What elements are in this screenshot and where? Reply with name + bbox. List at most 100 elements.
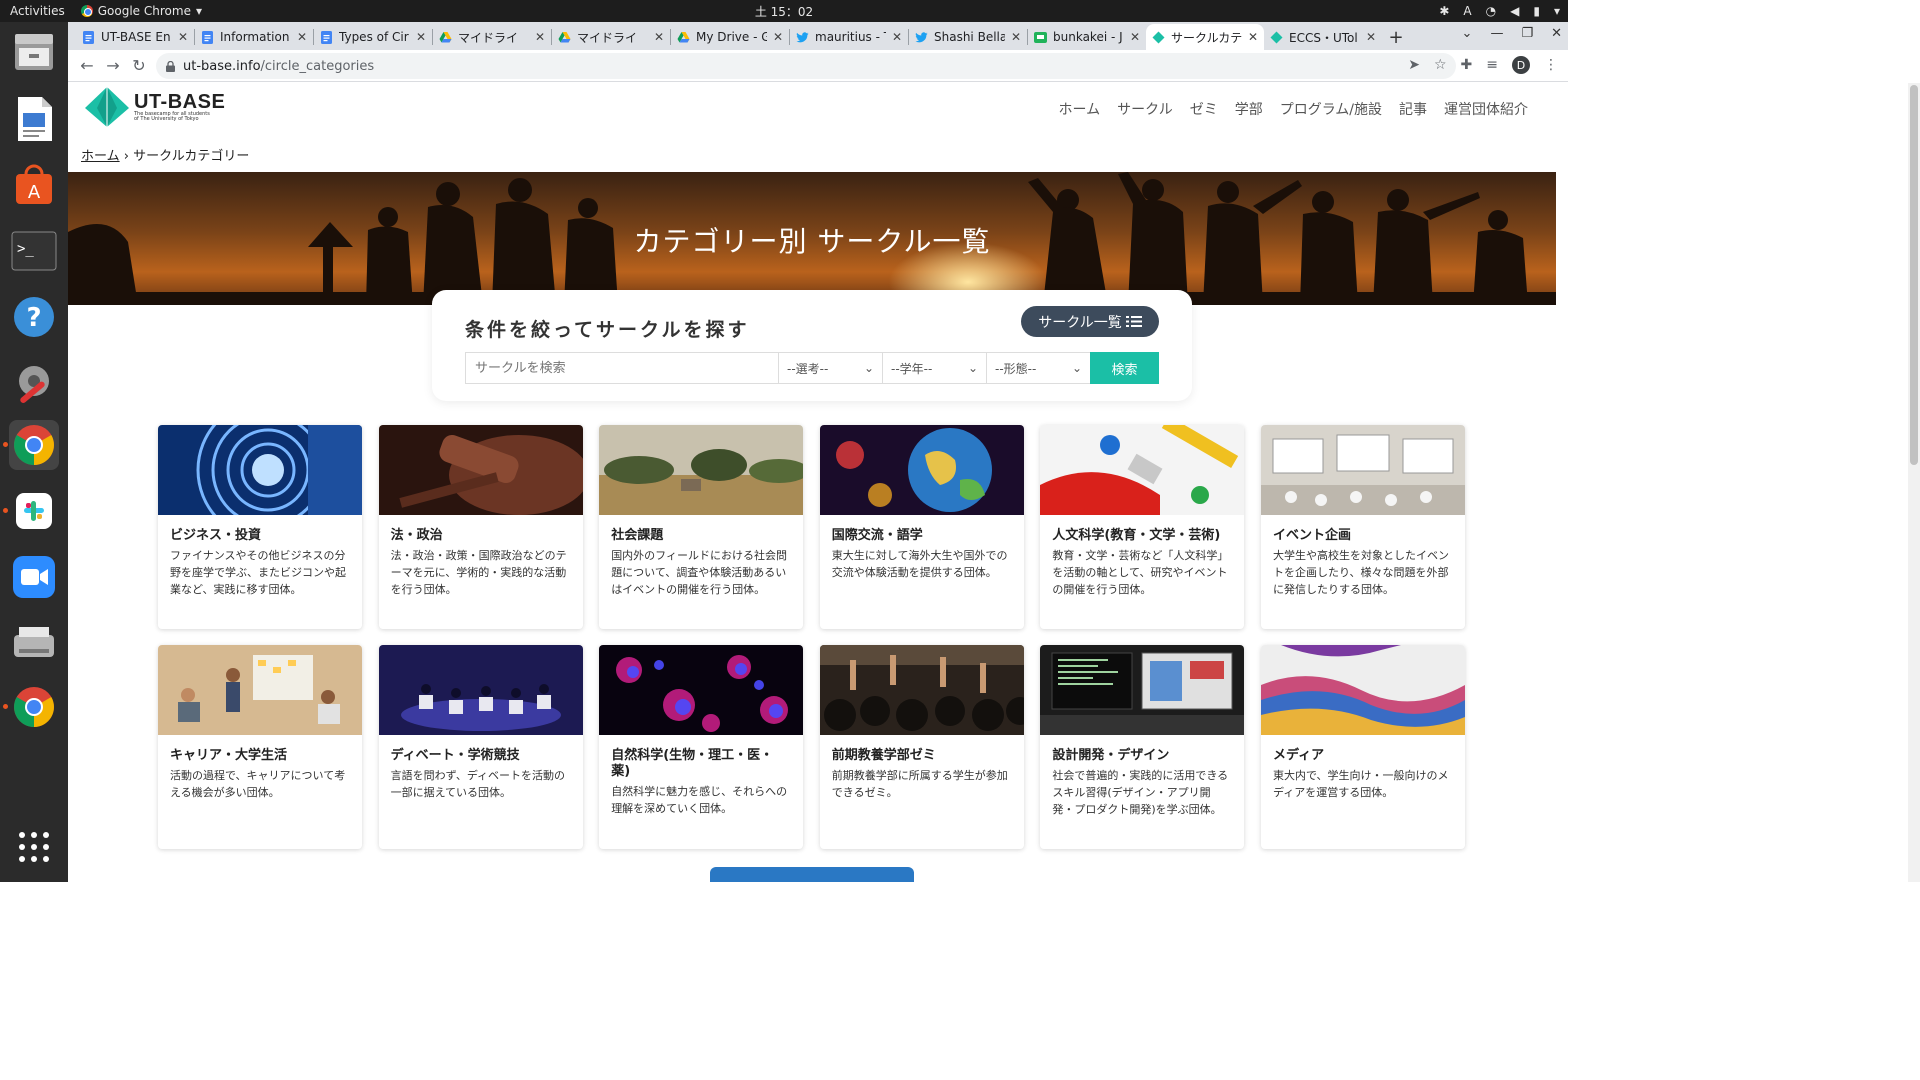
close-tab-icon[interactable]: ✕ bbox=[1248, 30, 1258, 44]
nav-link[interactable]: プログラム/施設 bbox=[1280, 99, 1382, 119]
browser-tab[interactable]: bunkakei - J ✕ bbox=[1028, 24, 1146, 50]
close-tab-icon[interactable]: ✕ bbox=[178, 30, 188, 44]
category-card[interactable]: イベント企画 大学生や高校生を対象としたイベントを企画したり、様々な問題を外部に発… bbox=[1261, 425, 1465, 629]
close-tab-icon[interactable]: ✕ bbox=[1011, 30, 1021, 44]
media-queue-icon[interactable]: ≡ bbox=[1486, 57, 1498, 73]
category-card[interactable]: 国際交流・語学 東大生に対して海外大生や国外での交流や体験活動を提供する団体。 bbox=[819, 425, 1024, 629]
category-card[interactable]: キャリア・大学生活 活動の過程で、キャリアについて考える機会が多い団体。 bbox=[158, 645, 362, 849]
category-card[interactable]: メディア 東大内で、学生向け・一般向けのメディアを運営する団体。 bbox=[1261, 645, 1465, 849]
settings-launcher[interactable] bbox=[9, 356, 59, 406]
close-tab-icon[interactable]: ✕ bbox=[297, 30, 307, 44]
search-panel: 条件を絞ってサークルを探す サークル一覧 --選考-- ⌄ --学年-- ⌄ --形… bbox=[432, 290, 1192, 401]
browser-tab[interactable]: ECCS・UTol ✕ bbox=[1264, 24, 1382, 50]
scrollbar-thumb[interactable] bbox=[1910, 85, 1918, 465]
extensions-icon[interactable]: ✚ bbox=[1461, 57, 1473, 73]
nav-link[interactable]: ホーム bbox=[1059, 99, 1101, 119]
app-menu[interactable]: Google Chrome ▾ bbox=[80, 4, 202, 18]
input-method[interactable]: A bbox=[1463, 4, 1471, 18]
category-title: 国際交流・語学 bbox=[831, 528, 923, 543]
back-icon[interactable]: ← bbox=[74, 56, 100, 75]
nav-link[interactable]: 記事 bbox=[1399, 99, 1427, 119]
close-tab-icon[interactable]: ✕ bbox=[773, 30, 783, 44]
format-filter-select[interactable]: --形態-- ⌄ bbox=[986, 352, 1090, 384]
page-scrollbar[interactable] bbox=[1908, 83, 1920, 882]
browser-tab[interactable]: mauritius - T ✕ bbox=[790, 24, 908, 50]
docs-icon bbox=[320, 30, 333, 44]
browser-tab[interactable]: マイドライ ✕ bbox=[433, 24, 551, 50]
show-apps-button[interactable] bbox=[9, 822, 59, 872]
tab-search-icon[interactable]: ⌄ bbox=[1462, 26, 1473, 41]
zoom-launcher[interactable] bbox=[9, 552, 59, 602]
nav-link[interactable]: サークル bbox=[1117, 99, 1173, 119]
chrome-launcher[interactable] bbox=[3, 420, 59, 470]
browser-tab[interactable]: Types of Cir ✕ bbox=[314, 24, 432, 50]
slack-tray-icon[interactable]: ✱ bbox=[1439, 4, 1449, 18]
category-card[interactable]: 前期教養学部ゼミ 前期教養学部に所属する学生が参加できるゼミ。 bbox=[819, 645, 1024, 849]
tab-label: bunkakei - J bbox=[1053, 30, 1123, 44]
next-section-banner[interactable] bbox=[710, 867, 914, 882]
category-card[interactable]: 社会課題 国内外のフィールドにおける社会問題について、調査や体験活動あるいはイベン… bbox=[599, 425, 804, 629]
files-launcher[interactable] bbox=[9, 28, 59, 78]
software-launcher[interactable]: A bbox=[9, 160, 59, 210]
app-name: Google Chrome bbox=[97, 4, 191, 18]
drive-icon bbox=[677, 31, 690, 44]
help-launcher[interactable]: ? bbox=[9, 292, 59, 342]
browser-tab[interactable]: Information ✕ bbox=[195, 24, 313, 50]
terminal-launcher[interactable]: >_ bbox=[9, 226, 59, 276]
writer-launcher[interactable] bbox=[9, 94, 59, 144]
more-menu-icon[interactable]: ⋮ bbox=[1544, 57, 1558, 73]
category-card[interactable]: 設計開発・デザイン 社会で普遍的・実践的に活用できるスキル習得(デザイン・アプリ開… bbox=[1040, 645, 1245, 849]
slack-launcher[interactable] bbox=[3, 486, 59, 536]
close-tab-icon[interactable]: ✕ bbox=[535, 30, 545, 44]
category-card[interactable]: ビジネス・投資 ファイナンスやその他ビジネスの分野を座学で学ぶ、またビジコンや起業… bbox=[158, 425, 362, 629]
new-tab-button[interactable]: + bbox=[1382, 24, 1410, 50]
terminal-icon: >_ bbox=[11, 231, 57, 271]
browser-tab[interactable]: サークルカテ ✕ bbox=[1146, 24, 1264, 50]
site-logo[interactable]: UT-BASE The basecamp for all students of… bbox=[84, 86, 225, 128]
category-card[interactable]: 法・政治 法・政治・政策・国際政治などのテーマを元に、学術的・実践的な活動を行う団… bbox=[378, 425, 583, 629]
printer-launcher[interactable] bbox=[9, 618, 59, 668]
bookmark-star-icon[interactable]: ☆ bbox=[1434, 57, 1447, 73]
forward-icon[interactable]: → bbox=[100, 56, 126, 75]
system-tray[interactable]: ✱ A ◔ ◀ ▮ ▾ bbox=[1439, 4, 1560, 18]
close-tab-icon[interactable]: ✕ bbox=[1366, 30, 1376, 44]
breadcrumb-home-link[interactable]: ホーム bbox=[81, 149, 120, 164]
volume-icon[interactable]: ◀ bbox=[1510, 4, 1519, 18]
close-tab-icon[interactable]: ✕ bbox=[1130, 30, 1140, 44]
category-card[interactable]: ディベート・学術競技 言語を問わず、ディベートを活動の一部に据えている団体。 bbox=[378, 645, 583, 849]
maximize-icon[interactable]: ❐ bbox=[1521, 26, 1533, 41]
minimize-icon[interactable]: — bbox=[1490, 26, 1503, 41]
nav-link[interactable]: 学部 bbox=[1235, 99, 1263, 119]
circle-list-button[interactable]: サークル一覧 bbox=[1021, 306, 1159, 337]
hero-banner: カテゴリー別 サークル一覧 bbox=[68, 172, 1556, 305]
close-tab-icon[interactable]: ✕ bbox=[654, 30, 664, 44]
battery-icon[interactable]: ▮ bbox=[1533, 4, 1540, 18]
reload-icon[interactable]: ↻ bbox=[126, 56, 152, 75]
browser-tab[interactable]: UT-BASE En ✕ bbox=[76, 24, 194, 50]
category-title: メディア bbox=[1273, 748, 1325, 763]
send-tab-icon[interactable]: ➤ bbox=[1408, 57, 1420, 73]
category-card[interactable]: 人文科学(教育・文学・芸術) 教育・文学・芸術など「人文科学」を活動の軸として、研… bbox=[1040, 425, 1245, 629]
chevron-down-icon[interactable]: ▾ bbox=[1554, 4, 1560, 18]
clock[interactable]: 土 15：02 bbox=[755, 3, 813, 20]
chrome-icon bbox=[14, 687, 54, 727]
hall-image bbox=[1261, 425, 1465, 515]
browser-tab[interactable]: Shashi Bella ✕ bbox=[909, 24, 1027, 50]
category-card[interactable]: 自然科学(生物・理工・医・薬) 自然科学に魅力を感じ、それらへの理解を深めていく団… bbox=[599, 645, 804, 849]
browser-tab[interactable]: マイドライ ✕ bbox=[552, 24, 670, 50]
selection-filter-select[interactable]: --選考-- ⌄ bbox=[778, 352, 882, 384]
nav-link[interactable]: 運営団体紹介 bbox=[1444, 99, 1528, 119]
activities-button[interactable]: Activities bbox=[0, 4, 75, 18]
grade-filter-select[interactable]: --学年-- ⌄ bbox=[882, 352, 986, 384]
search-button[interactable]: 検索 bbox=[1090, 352, 1159, 384]
address-bar[interactable]: ut-base.info/circle_categories bbox=[156, 53, 1456, 79]
nav-link[interactable]: ゼミ bbox=[1190, 99, 1218, 119]
browser-tab[interactable]: My Drive - G ✕ bbox=[671, 24, 789, 50]
chrome-launcher-2[interactable] bbox=[3, 682, 59, 732]
close-tab-icon[interactable]: ✕ bbox=[892, 30, 902, 44]
circle-search-input[interactable] bbox=[465, 352, 778, 384]
close-tab-icon[interactable]: ✕ bbox=[416, 30, 426, 44]
wifi-icon[interactable]: ◔ bbox=[1486, 4, 1496, 18]
close-window-icon[interactable]: ✕ bbox=[1551, 26, 1562, 41]
profile-avatar[interactable]: D bbox=[1512, 56, 1530, 74]
